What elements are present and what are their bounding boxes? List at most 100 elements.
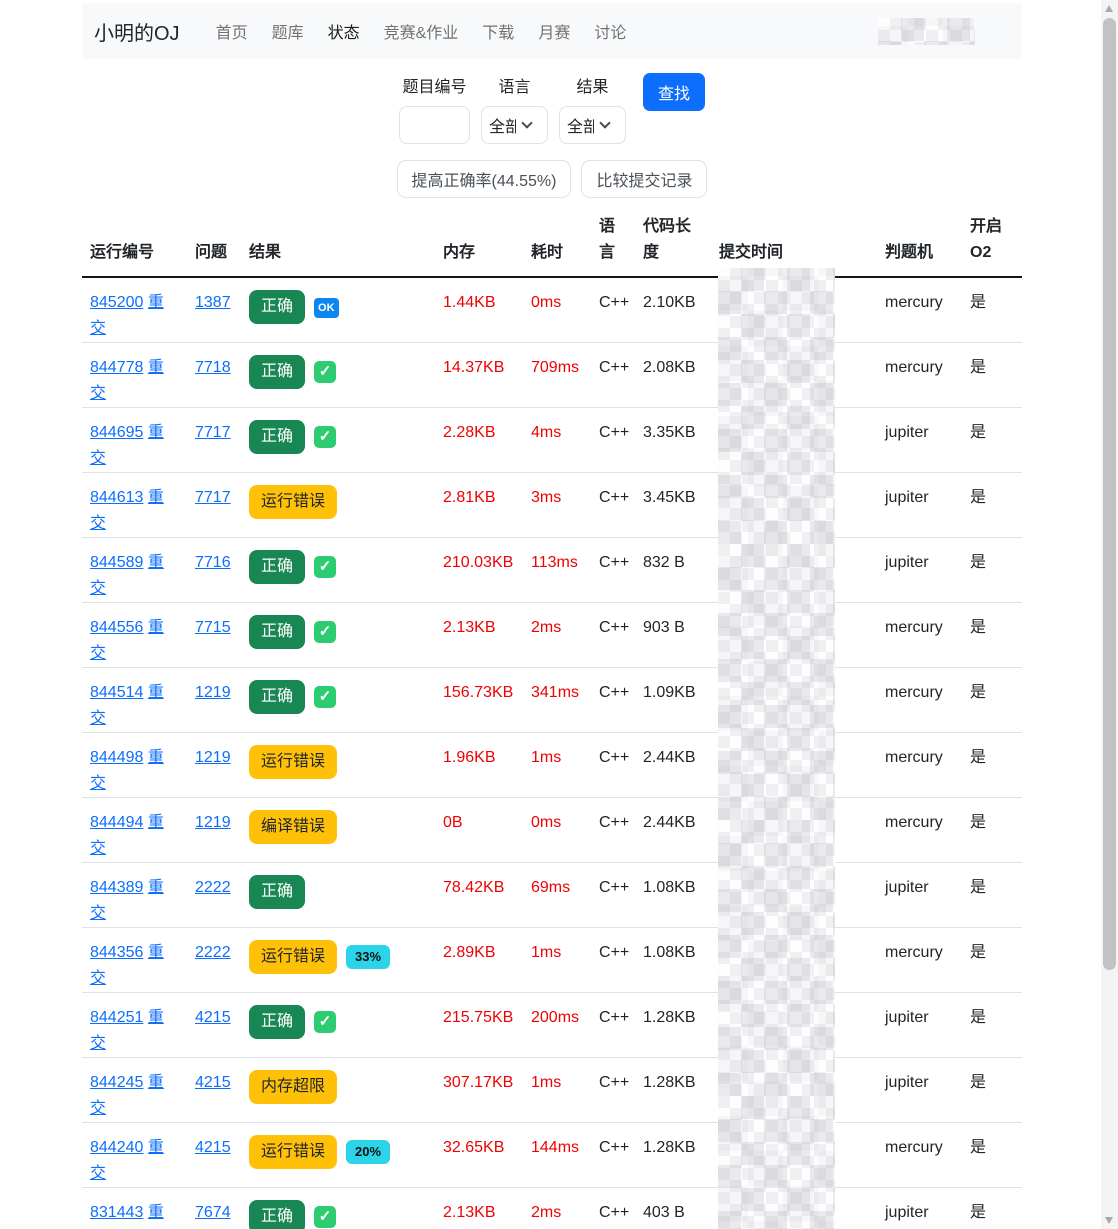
check-icon: ✓ [314,361,337,383]
time-value: 0ms [523,797,591,863]
nav-item[interactable]: 讨论 [586,11,634,51]
run-id-link[interactable]: 845200 [90,294,143,311]
brand-link[interactable]: 小明的OJ [94,17,180,46]
code-length-value: 1.09KB [635,667,711,733]
run-id-link[interactable]: 844514 [90,684,143,701]
nav-item[interactable]: 首页 [208,11,256,51]
problem-link[interactable]: 1219 [195,814,231,831]
time-value: 1ms [523,927,591,993]
judger-value: mercury [877,342,962,408]
judger-value: jupiter [877,992,962,1058]
scroll-down-arrow-icon[interactable] [1105,1217,1113,1224]
memory-value: 1.96KB [435,732,523,798]
run-id-link[interactable]: 844778 [90,359,143,376]
problem-link[interactable]: 1387 [195,294,231,311]
improve-accuracy-button[interactable]: 提高正确率(44.55%) [396,160,572,198]
problem-link[interactable]: 1219 [195,684,231,701]
result-badge: 正确 [249,550,306,584]
run-id-link[interactable]: 844356 [90,944,143,961]
o2-value: 是 [962,277,1022,343]
run-id-link[interactable]: 844556 [90,619,143,636]
run-id-link[interactable]: 844245 [90,1074,143,1091]
nav-item[interactable]: 题库 [264,11,312,51]
nav-item[interactable]: 下载 [474,11,522,51]
result-badge: 运行错误 [249,940,338,974]
problem-link[interactable]: 4215 [195,1009,231,1026]
problem-link[interactable]: 1219 [195,749,231,766]
result-extra: ✓ [305,359,337,385]
time-value: 2ms [523,1187,591,1229]
problem-link[interactable]: 4215 [195,1139,231,1156]
result-extra: ✓ [305,684,337,710]
problem-link[interactable]: 7717 [195,424,231,441]
judger-value: jupiter [877,862,962,928]
run-id-link[interactable]: 844389 [90,879,143,896]
ok-badge: OK [314,298,339,318]
problem-link[interactable]: 4215 [195,1074,231,1091]
language-value: C++ [591,797,635,863]
table-row: 844589 重交 7716 正确 ✓ 210.03KB 113ms C++ 8… [82,537,1022,603]
table-body: 845200 重交 1387 正确 OK 1.44KB 0ms C++ 2.10… [82,277,1022,1229]
run-id-link[interactable]: 831443 [90,1204,143,1221]
column-header: 运行编号 [82,208,187,278]
memory-value: 215.75KB [435,992,523,1058]
problem-link[interactable]: 7716 [195,554,231,571]
run-id-link[interactable]: 844240 [90,1139,143,1156]
run-id-link[interactable]: 844251 [90,1009,143,1026]
memory-value: 32.65KB [435,1122,523,1188]
language-select[interactable]: 全部 [480,106,548,144]
judger-value: jupiter [877,472,962,538]
table-row: 831443 重交 7674 正确 ✓ 2.13KB 2ms C++ 403 B… [82,1187,1022,1229]
problem-id-input[interactable] [398,106,470,144]
run-id-link[interactable]: 844695 [90,424,143,441]
result-badge: 运行错误 [249,485,338,519]
problem-link[interactable]: 7715 [195,619,231,636]
nav-item[interactable]: 月赛 [530,11,578,51]
problem-link[interactable]: 2222 [195,944,231,961]
result-extra: 20% [337,1139,391,1165]
o2-value: 是 [962,927,1022,993]
result-badge: 正确 [249,1200,306,1229]
nav-item[interactable]: 状态 [320,11,368,51]
run-id-link[interactable]: 844494 [90,814,143,831]
judger-value: mercury [877,667,962,733]
compare-submissions-button[interactable]: 比较提交记录 [581,160,708,198]
memory-value: 2.81KB [435,472,523,538]
problem-link[interactable]: 7674 [195,1204,231,1221]
result-badge: 正确 [249,355,306,389]
problem-id-label: 题目编号 [402,79,467,96]
code-length-value: 832 B [635,537,711,603]
o2-value: 是 [962,342,1022,408]
scrollbar-thumb[interactable] [1103,18,1116,970]
result-extra: 33% [337,944,391,970]
judger-value: mercury [877,732,962,798]
result-select[interactable]: 全部 [558,106,626,144]
table-row: 844556 重交 7715 正确 ✓ 2.13KB 2ms C++ 903 B… [82,602,1022,668]
result-select-value: 全部 [566,119,594,136]
nav-item[interactable]: 竞赛&作业 [376,11,467,51]
search-button[interactable]: 查找 [642,73,705,111]
judger-value: mercury [877,1122,962,1188]
language-value: C++ [591,1057,635,1123]
time-value: 341ms [523,667,591,733]
problem-link[interactable]: 7717 [195,489,231,506]
column-header: 耗时 [523,208,591,278]
scroll-up-arrow-icon[interactable] [1105,5,1113,12]
o2-value: 是 [962,602,1022,668]
vertical-scrollbar[interactable] [1101,0,1118,1229]
column-header: 结果 [241,208,435,278]
o2-value: 是 [962,1057,1022,1123]
run-id-link[interactable]: 844613 [90,489,143,506]
memory-value: 1.44KB [435,277,523,343]
language-value: C++ [591,1122,635,1188]
judger-value: mercury [877,927,962,993]
run-id-link[interactable]: 844498 [90,749,143,766]
problem-link[interactable]: 7718 [195,359,231,376]
result-badge: 正确 [249,875,306,909]
problem-link[interactable]: 2222 [195,879,231,896]
language-value: C++ [591,927,635,993]
submissions-table: 运行编号 问题 结果 内存 耗时 语言 代码长度 提交时间 判题机 开启O2 845200 重交 … [82,208,1022,1229]
check-icon: ✓ [314,686,337,708]
run-id-link[interactable]: 844589 [90,554,143,571]
memory-value: 210.03KB [435,537,523,603]
